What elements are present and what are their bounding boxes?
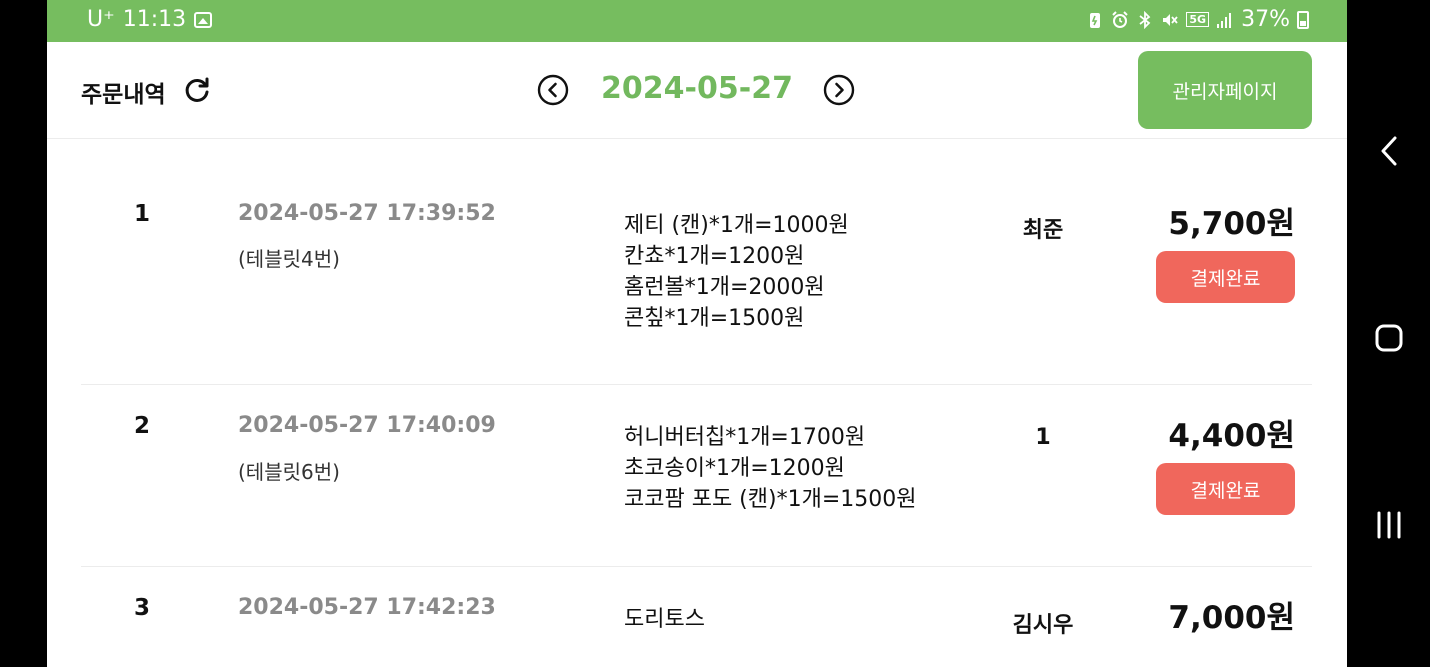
status-bar: U⁺ 11:13 5G 37% bbox=[47, 0, 1347, 42]
order-item: 제티 (캔)*1개=1000원 bbox=[624, 213, 849, 238]
order-table: (테블릿6번) bbox=[238, 460, 340, 484]
order-item: 허니버터칩*1개=1700원 bbox=[624, 425, 866, 450]
order-time: 2024-05-27 17:42:23 bbox=[238, 595, 496, 620]
prev-date-button[interactable] bbox=[537, 74, 569, 106]
mute-icon bbox=[1163, 13, 1179, 26]
order-total: 5,700원 bbox=[1168, 206, 1295, 242]
order-item: 초코송이*1개=1200원 bbox=[624, 456, 845, 481]
order-items: 제티 (캔)*1개=1000원 칸쵸*1개=1200원 홈런볼*1개=2000원… bbox=[624, 210, 849, 334]
order-row: 2 2024-05-27 17:40:09 (테블릿6번) 허니버터칩*1개=1… bbox=[81, 385, 1312, 567]
order-total: 4,400원 bbox=[1168, 418, 1295, 454]
admin-page-button[interactable]: 관리자페이지 bbox=[1138, 51, 1312, 129]
order-row: 1 2024-05-27 17:39:52 (테블릿4번) 제티 (캔)*1개=… bbox=[81, 138, 1312, 385]
order-item: 홈런볼*1개=2000원 bbox=[624, 275, 825, 300]
order-number: 3 bbox=[134, 595, 151, 621]
order-time: 2024-05-27 17:40:09 bbox=[238, 413, 496, 438]
battery-percent: 37% bbox=[1241, 7, 1290, 32]
page-title: 주문내역 bbox=[81, 82, 166, 108]
payment-complete-button[interactable]: 결제완료 bbox=[1156, 251, 1295, 303]
battery-icon bbox=[1297, 10, 1309, 29]
back-icon[interactable] bbox=[1374, 135, 1404, 167]
recent-apps-icon[interactable] bbox=[1373, 509, 1405, 541]
customer-name: 1 bbox=[1035, 425, 1051, 450]
order-item: 칸쵸*1개=1200원 bbox=[624, 244, 805, 269]
order-number: 2 bbox=[134, 413, 151, 439]
clock: 11:13 bbox=[122, 7, 187, 32]
customer-name: 김시우 bbox=[1012, 613, 1074, 638]
order-items: 도리토스 bbox=[624, 604, 705, 635]
network-type-label: 5G bbox=[1186, 12, 1210, 27]
system-navigation-bar bbox=[1347, 0, 1430, 667]
order-number: 1 bbox=[134, 201, 151, 227]
next-date-button[interactable] bbox=[823, 74, 855, 106]
payment-complete-button[interactable]: 결제완료 bbox=[1156, 463, 1295, 515]
order-time: 2024-05-27 17:39:52 bbox=[238, 201, 496, 226]
refresh-icon[interactable] bbox=[183, 76, 211, 104]
carrier-label: U⁺ bbox=[87, 7, 115, 32]
app-screen: U⁺ 11:13 5G 37% 주문내역 2024-05-27 관리자페이지 1… bbox=[47, 0, 1347, 667]
order-row: 3 2024-05-27 17:42:23 도리토스 김시우 7,000원 bbox=[81, 567, 1312, 667]
order-total: 7,000원 bbox=[1168, 600, 1295, 636]
order-table: (테블릿4번) bbox=[238, 247, 340, 271]
order-item: 코코팜 포도 (캔)*1개=1500원 bbox=[624, 487, 917, 512]
alarm-icon bbox=[1112, 10, 1129, 28]
current-date: 2024-05-27 bbox=[601, 71, 793, 106]
customer-name: 최준 bbox=[1022, 218, 1064, 243]
date-navigator: 2024-05-27 bbox=[537, 70, 857, 112]
image-notification-icon bbox=[194, 11, 213, 28]
order-item: 도리토스 bbox=[624, 607, 705, 632]
order-item: 콘칲*1개=1500원 bbox=[624, 306, 805, 331]
signal-icon bbox=[1217, 12, 1232, 28]
order-items: 허니버터칩*1개=1700원 초코송이*1개=1200원 코코팜 포도 (캔)*… bbox=[624, 422, 917, 515]
battery-saver-icon bbox=[1090, 12, 1101, 28]
bluetooth-icon bbox=[1139, 10, 1151, 29]
home-icon[interactable] bbox=[1373, 322, 1405, 354]
